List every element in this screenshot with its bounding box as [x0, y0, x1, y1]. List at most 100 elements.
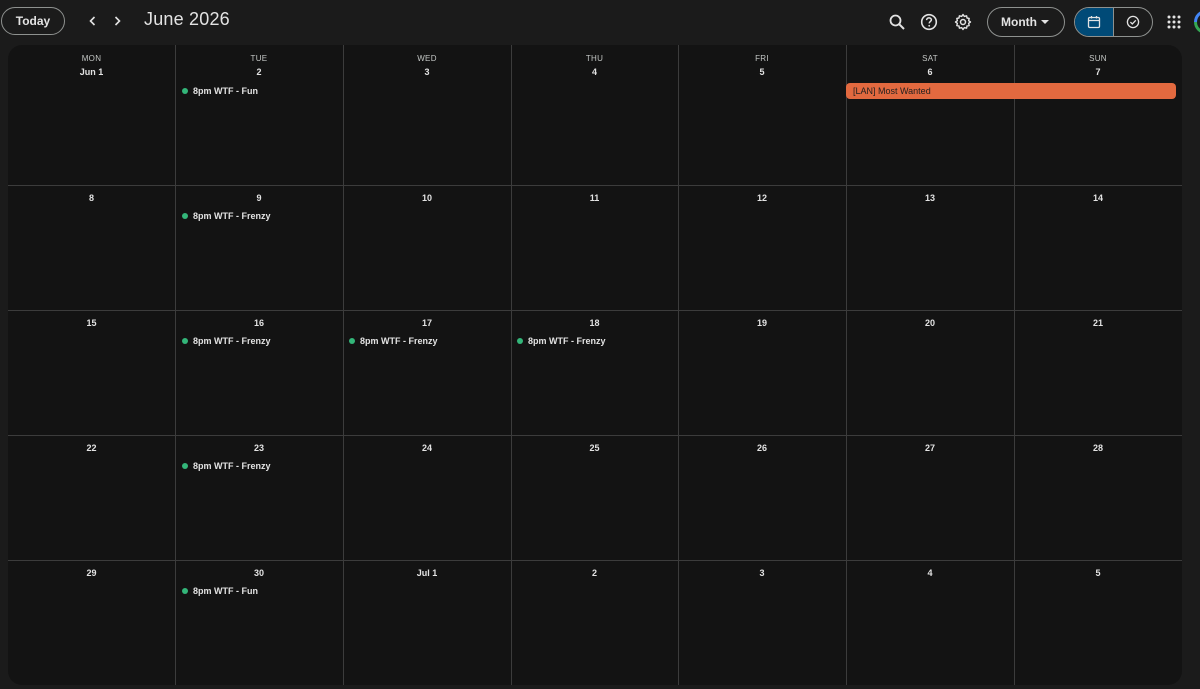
day-number[interactable]: 6 — [846, 67, 1014, 77]
gear-icon — [954, 13, 972, 31]
event-dot-icon — [349, 338, 355, 344]
calendar-event[interactable]: 8pm WTF - Fun — [182, 84, 258, 98]
day-number[interactable]: Jul 1 — [343, 568, 511, 578]
week-divider — [8, 185, 1182, 186]
calendar-event[interactable]: 8pm WTF - Frenzy — [182, 209, 271, 223]
day-number[interactable]: 17 — [343, 318, 511, 328]
day-number[interactable]: 2 — [175, 67, 343, 77]
view-selector-label: Month — [1001, 15, 1037, 29]
apps-button[interactable] — [1163, 11, 1185, 33]
day-number[interactable]: 18 — [511, 318, 678, 328]
calendar-event[interactable]: 8pm WTF - Frenzy — [349, 334, 438, 348]
help-icon — [920, 13, 938, 31]
event-label: [LAN] Most Wanted — [853, 86, 931, 96]
day-number[interactable]: 13 — [846, 193, 1014, 203]
day-number[interactable]: 9 — [175, 193, 343, 203]
day-number[interactable]: 3 — [678, 568, 846, 578]
day-number[interactable]: 26 — [678, 443, 846, 453]
event-dot-icon — [182, 88, 188, 94]
help-button[interactable] — [918, 11, 940, 33]
next-month-button[interactable] — [107, 11, 127, 31]
event-dot-icon — [182, 463, 188, 469]
event-dot-icon — [182, 588, 188, 594]
day-number[interactable]: 2 — [511, 568, 678, 578]
day-number[interactable]: 30 — [175, 568, 343, 578]
day-number[interactable]: 28 — [1014, 443, 1182, 453]
event-label: 8pm WTF - Frenzy — [193, 211, 271, 221]
event-dot-icon — [182, 338, 188, 344]
day-number[interactable]: 3 — [343, 67, 511, 77]
search-button[interactable] — [886, 11, 908, 33]
day-number[interactable]: 25 — [511, 443, 678, 453]
calendar-tasks-toggle — [1074, 7, 1153, 37]
caret-down-icon — [1041, 20, 1049, 24]
event-dot-icon — [517, 338, 523, 344]
calendar-toolbar: Today June 2026 Month — [0, 0, 1200, 44]
column-divider — [678, 45, 679, 685]
column-divider — [846, 45, 847, 685]
column-divider — [511, 45, 512, 685]
day-number[interactable]: 21 — [1014, 318, 1182, 328]
month-grid: MON TUE WED THU FRI SAT SUN Jun 1 2 3 4 … — [8, 45, 1182, 685]
week-divider — [8, 435, 1182, 436]
day-number[interactable]: 23 — [175, 443, 343, 453]
day-number[interactable]: 12 — [678, 193, 846, 203]
day-number[interactable]: 5 — [678, 67, 846, 77]
event-label: 8pm WTF - Fun — [193, 86, 258, 96]
day-number[interactable]: 5 — [1014, 568, 1182, 578]
day-number[interactable]: 19 — [678, 318, 846, 328]
day-number[interactable]: 7 — [1014, 67, 1182, 77]
calendar-event[interactable]: 8pm WTF - Frenzy — [517, 334, 606, 348]
day-number[interactable]: 29 — [8, 568, 175, 578]
previous-month-button[interactable] — [83, 11, 103, 31]
day-number[interactable]: 22 — [8, 443, 175, 453]
day-number[interactable]: 4 — [511, 67, 678, 77]
calendar-event[interactable]: 8pm WTF - Frenzy — [182, 459, 271, 473]
day-number[interactable]: 14 — [1014, 193, 1182, 203]
account-avatar[interactable] — [1194, 10, 1200, 34]
month-title: June 2026 — [144, 9, 230, 29]
event-label: 8pm WTF - Frenzy — [360, 336, 438, 346]
event-label: 8pm WTF - Frenzy — [528, 336, 606, 346]
day-number[interactable]: 16 — [175, 318, 343, 328]
settings-button[interactable] — [952, 11, 974, 33]
day-number[interactable]: 15 — [8, 318, 175, 328]
calendar-event[interactable]: 8pm WTF - Fun — [182, 584, 258, 598]
day-number[interactable]: 20 — [846, 318, 1014, 328]
column-divider — [343, 45, 344, 685]
task-check-icon — [1126, 15, 1140, 29]
calendar-icon — [1087, 16, 1101, 29]
view-selector[interactable]: Month — [987, 7, 1065, 37]
apps-grid-icon — [1167, 15, 1181, 29]
today-button[interactable]: Today — [1, 7, 65, 35]
column-divider — [1014, 45, 1015, 685]
week-divider — [8, 560, 1182, 561]
weekday-header: WED — [417, 54, 437, 63]
event-label: 8pm WTF - Frenzy — [193, 461, 271, 471]
search-icon — [889, 14, 905, 30]
chevron-right-icon — [114, 16, 121, 26]
chevron-left-icon — [89, 16, 96, 26]
week-divider — [8, 310, 1182, 311]
weekday-header: FRI — [755, 54, 769, 63]
day-number[interactable]: 24 — [343, 443, 511, 453]
day-number[interactable]: 11 — [511, 193, 678, 203]
event-dot-icon — [182, 213, 188, 219]
day-number[interactable]: 10 — [343, 193, 511, 203]
weekday-header: SUN — [1089, 54, 1107, 63]
event-label: 8pm WTF - Fun — [193, 586, 258, 596]
calendar-event[interactable]: 8pm WTF - Frenzy — [182, 334, 271, 348]
weekday-header: THU — [585, 54, 604, 63]
column-divider — [175, 45, 176, 685]
weekday-header: SAT — [922, 54, 938, 63]
day-number[interactable]: Jun 1 — [8, 67, 175, 77]
weekday-header: MON — [81, 54, 102, 63]
day-number[interactable]: 27 — [846, 443, 1014, 453]
day-number[interactable]: 8 — [8, 193, 175, 203]
calendar-view-button[interactable] — [1075, 8, 1113, 36]
tasks-view-button[interactable] — [1114, 8, 1152, 36]
weekday-header: TUE — [250, 54, 268, 63]
event-label: 8pm WTF - Frenzy — [193, 336, 271, 346]
day-number[interactable]: 4 — [846, 568, 1014, 578]
all-day-event[interactable]: [LAN] Most Wanted — [846, 83, 1176, 99]
